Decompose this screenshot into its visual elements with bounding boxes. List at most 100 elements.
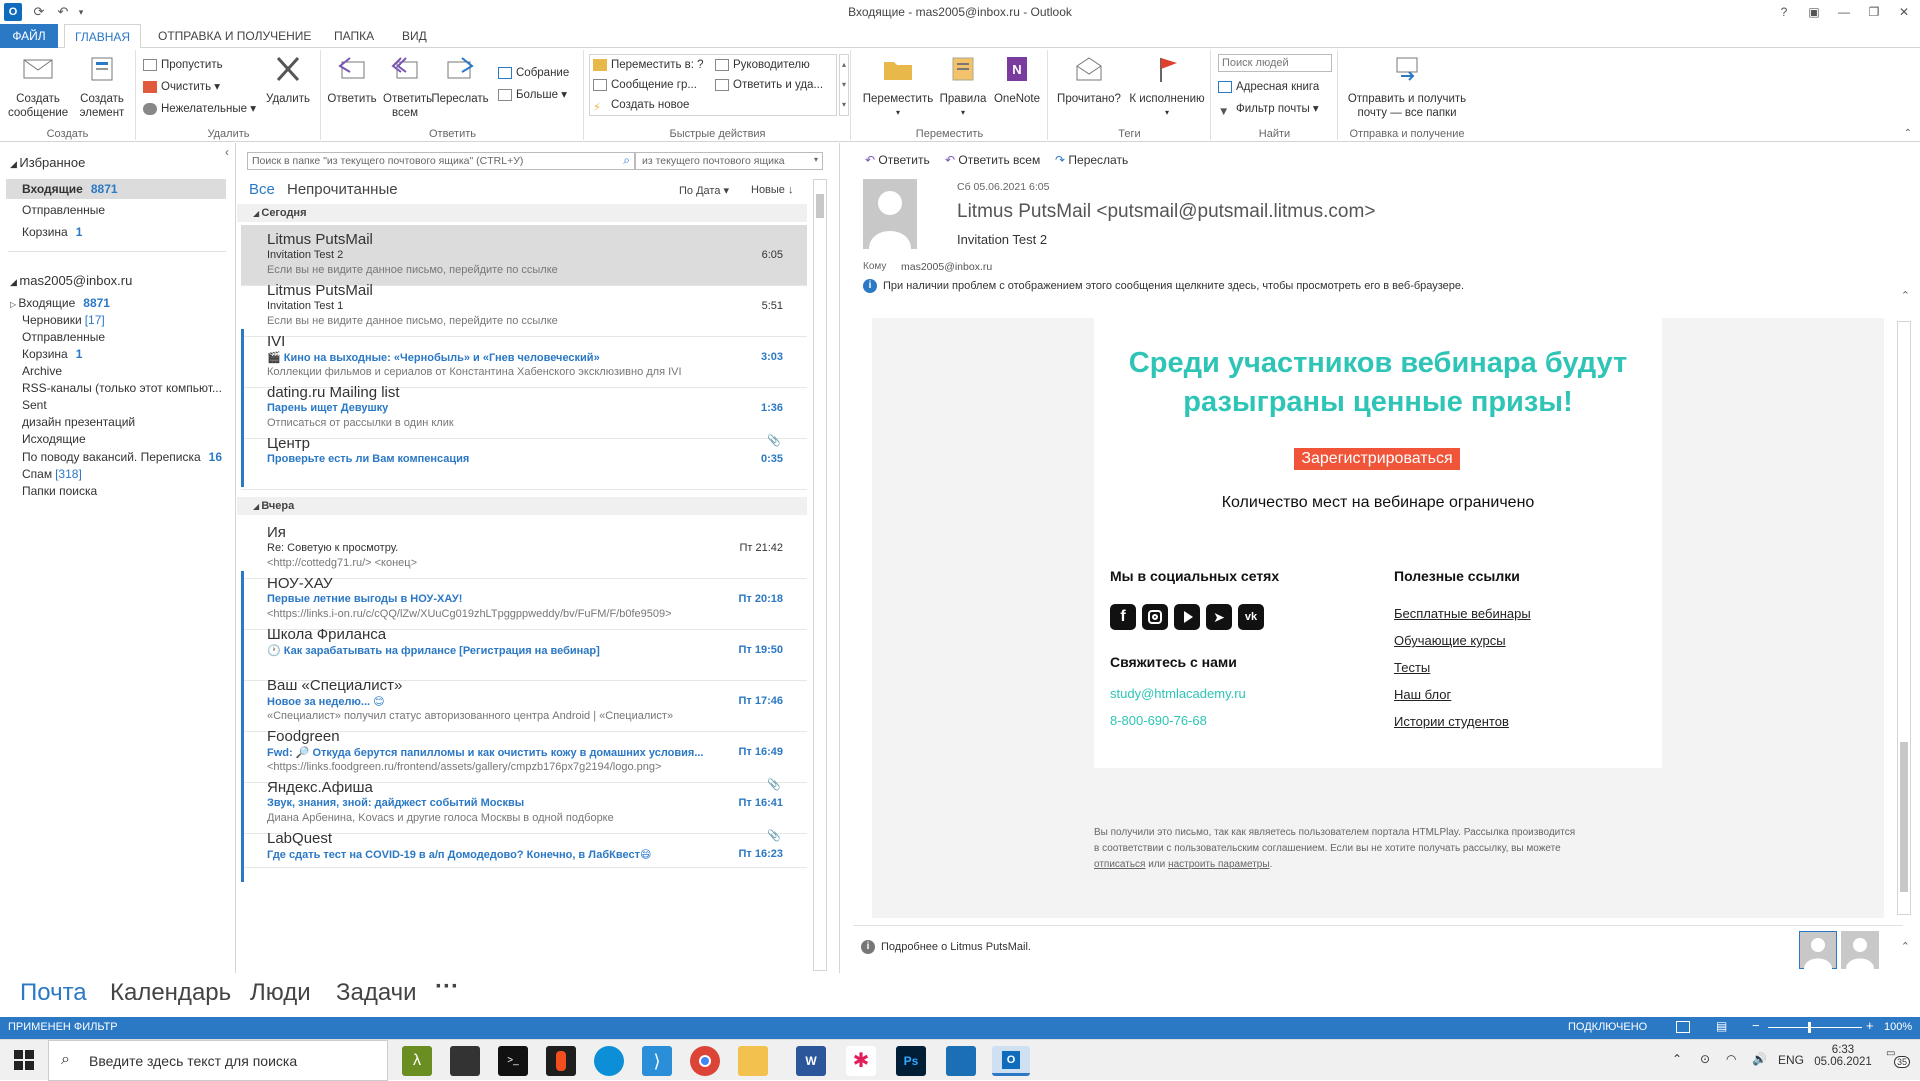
folder-item[interactable]: Исходящие xyxy=(22,430,86,448)
clock[interactable]: 6:33 05.06.2021 xyxy=(1808,1044,1878,1068)
zoom-slider-thumb[interactable] xyxy=(1808,1022,1811,1033)
folder-item[interactable]: Спам [318] xyxy=(22,465,82,483)
wifi-icon[interactable]: ◠ xyxy=(1726,1052,1736,1066)
message-item[interactable]: LabQuest Где сдать тест на COVID-19 в а/п… xyxy=(241,824,807,882)
link-courses[interactable]: Обучающие курсы xyxy=(1394,633,1506,648)
word-icon[interactable]: W xyxy=(796,1046,826,1076)
folder-item[interactable]: Archive xyxy=(22,362,62,380)
filter-all-tab[interactable]: Все xyxy=(249,181,275,198)
link-blog[interactable]: Наш блог xyxy=(1394,687,1451,702)
people-pane-avatar[interactable] xyxy=(1799,931,1837,969)
account-header[interactable]: ◢ mas2005@inbox.ru xyxy=(10,273,132,288)
folder-item[interactable]: RSS-каналы (только этот компьют... xyxy=(22,379,222,397)
chrome-icon[interactable] xyxy=(690,1046,720,1076)
sort-order-button[interactable]: Новые ↓ xyxy=(751,184,794,196)
ribbon-display-icon[interactable]: ▣ xyxy=(1800,2,1828,22)
outlook-taskbar-icon[interactable]: O xyxy=(992,1046,1030,1076)
search-scope-select[interactable]: из текущего почтового ящика ▾ xyxy=(635,152,823,170)
search-people-input[interactable] xyxy=(1218,54,1332,72)
nav-tasks[interactable]: Задачи xyxy=(336,979,417,1007)
collapse-folder-pane-icon[interactable]: ‹ xyxy=(225,145,229,159)
reading-view-icon[interactable]: ▤ xyxy=(1716,1019,1727,1033)
fav-sent[interactable]: Отправленные xyxy=(22,201,105,219)
junk-button[interactable]: Нежелательные ▾ xyxy=(143,100,256,118)
reply-all-button[interactable]: Ответить всем xyxy=(380,54,432,120)
link-student-stories[interactable]: Истории студентов xyxy=(1394,714,1509,729)
figma-icon[interactable] xyxy=(546,1046,576,1076)
rp-reply-button[interactable]: ↶ Ответить xyxy=(865,153,930,167)
nav-people[interactable]: Люди xyxy=(250,979,311,1007)
search-icon[interactable]: ⌕ xyxy=(623,153,630,168)
group-yesterday-header[interactable]: ◢ Вчера xyxy=(253,500,294,512)
normal-view-icon[interactable] xyxy=(1676,1021,1690,1033)
move-button[interactable]: Переместить ▾ xyxy=(860,54,936,120)
zoom-slider[interactable] xyxy=(1768,1027,1862,1028)
store-icon[interactable] xyxy=(450,1046,480,1076)
expand-people-pane-icon[interactable]: ⌃ xyxy=(1901,940,1910,953)
new-items-button[interactable]: Создать элемент xyxy=(72,54,132,120)
qs-team-email[interactable]: Сообщение гр... xyxy=(593,76,697,94)
link-tests[interactable]: Тесты xyxy=(1394,660,1430,675)
onenote-button[interactable]: N OneNote xyxy=(990,54,1044,106)
help-icon[interactable]: ? xyxy=(1770,2,1798,22)
sender-name[interactable]: Litmus PutsMail <putsmail@putsmail.litmu… xyxy=(957,201,1375,223)
favorites-header[interactable]: ◢ Избранное xyxy=(10,155,85,170)
minimize-icon[interactable]: — xyxy=(1830,2,1858,22)
people-pane-text[interactable]: Подробнее о Litmus PutsMail. xyxy=(881,941,1031,953)
windows-start-icon[interactable] xyxy=(14,1050,34,1070)
follow-up-button[interactable]: К исполнению ▾ xyxy=(1125,54,1209,120)
tab-file[interactable]: ФАЙЛ xyxy=(0,24,58,48)
message-list-scrollbar[interactable] xyxy=(813,179,827,971)
zoom-level[interactable]: 100% xyxy=(1884,1021,1912,1033)
group-today-header[interactable]: ◢ Сегодня xyxy=(253,207,307,219)
more-respond-button[interactable]: Больше ▾ xyxy=(498,86,567,104)
reading-pane-scrollbar[interactable] xyxy=(1897,321,1911,915)
folder-item[interactable]: ▷ Входящие 8871 xyxy=(10,294,110,312)
zoom-in-icon[interactable]: + xyxy=(1866,1018,1874,1033)
info-bar-text[interactable]: При наличии проблем с отображением этого… xyxy=(883,280,1464,292)
contact-phone-link[interactable]: 8-800-690-76-68 xyxy=(1110,713,1207,728)
slack-icon[interactable]: ✱ xyxy=(846,1046,876,1076)
quick-steps-scroll[interactable]: ▴ ▾ ▾ xyxy=(839,54,849,116)
nav-calendar[interactable]: Календарь xyxy=(110,979,231,1007)
rp-reply-all-button[interactable]: ↶ Ответить всем xyxy=(945,153,1040,167)
nav-mail[interactable]: Почта xyxy=(20,979,87,1007)
instagram-icon[interactable] xyxy=(1142,604,1168,630)
taskbar-search-box[interactable]: ⌕ Введите здесь текст для поиска xyxy=(48,1040,388,1081)
contact-email-link[interactable]: study@htmlacademy.ru xyxy=(1110,686,1246,701)
people-pane-avatar[interactable] xyxy=(1841,931,1879,969)
photoshop-icon[interactable]: Ps xyxy=(896,1046,926,1076)
filter-email-button[interactable]: ▼ Фильтр почты ▾ xyxy=(1218,100,1319,118)
tab-send-receive[interactable]: ОТПРАВКА И ПОЛУЧЕНИЕ xyxy=(148,24,321,48)
scrollbar-thumb[interactable] xyxy=(1900,742,1908,892)
zoom-out-icon[interactable]: − xyxy=(1752,1018,1760,1033)
fav-trash[interactable]: Корзина 1 xyxy=(22,223,82,241)
folder-item[interactable]: Отправленные xyxy=(22,328,105,346)
send-receive-all-button[interactable]: Отправить и получить почту — все папки xyxy=(1341,54,1473,120)
filter-unread-tab[interactable]: Непрочитанные xyxy=(287,181,398,198)
clean-up-button[interactable]: Очистить ▾ xyxy=(143,78,220,96)
new-email-button[interactable]: Создать сообщение xyxy=(4,54,72,120)
qs-to-manager[interactable]: Руководителю xyxy=(715,56,810,74)
meeting-button[interactable]: Собрание xyxy=(498,64,569,82)
vscode-icon[interactable]: ⟩ xyxy=(642,1046,672,1076)
tab-home[interactable]: ГЛАВНАЯ xyxy=(64,24,142,49)
recipient[interactable]: mas2005@inbox.ru xyxy=(901,261,992,273)
telegram-icon[interactable]: ➤ xyxy=(1206,604,1232,630)
photos-icon[interactable] xyxy=(946,1046,976,1076)
volume-icon[interactable]: 🔊 xyxy=(1752,1052,1767,1066)
folder-item[interactable]: По поводу вакансий. Переписка 16 xyxy=(22,448,222,466)
register-button[interactable]: Зарегистрироваться xyxy=(1294,448,1460,470)
tab-folder[interactable]: ПАПКА xyxy=(324,24,384,48)
settings-link[interactable]: настроить параметры xyxy=(1168,859,1269,870)
unsubscribe-link[interactable]: отписаться xyxy=(1094,859,1145,870)
tray-chevron-icon[interactable]: ⌃ xyxy=(1672,1052,1682,1066)
close-icon[interactable]: ✕ xyxy=(1890,2,1918,22)
forward-button[interactable]: Переслать xyxy=(430,54,490,106)
qs-move-to[interactable]: Переместить в: ? xyxy=(593,56,704,74)
collapse-ribbon-icon[interactable]: ⌃ xyxy=(1904,128,1912,139)
fav-inbox[interactable]: Входящие 8871 xyxy=(22,180,118,198)
restore-icon[interactable]: ❐ xyxy=(1860,2,1888,22)
notification-center[interactable]: ▭ 35 xyxy=(1886,1048,1911,1070)
sort-by-button[interactable]: По Дата ▾ xyxy=(679,184,729,197)
